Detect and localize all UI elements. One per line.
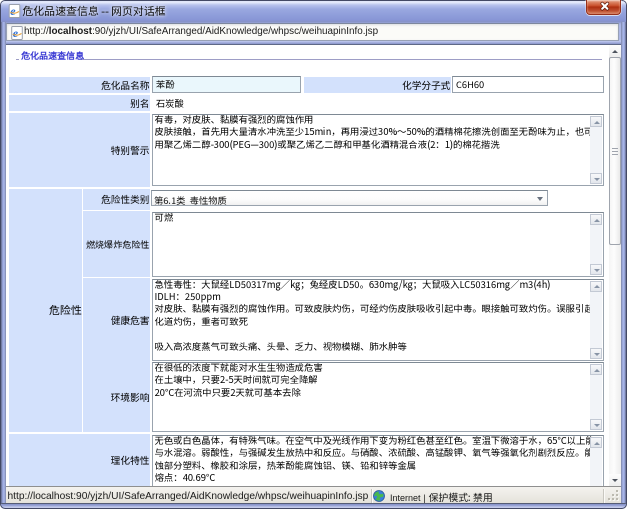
svg-text:e: e [13,26,19,40]
svg-text:e: e [10,4,16,18]
